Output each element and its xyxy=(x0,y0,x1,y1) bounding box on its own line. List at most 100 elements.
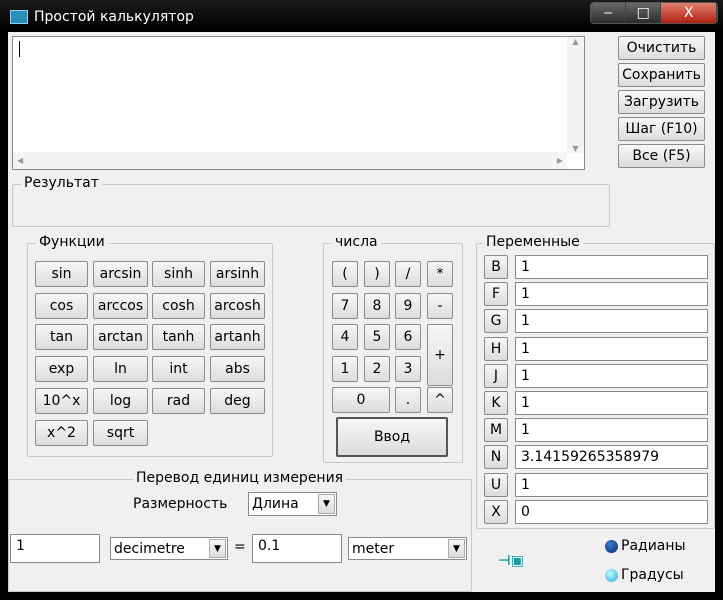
function-button-10x[interactable]: 10^x xyxy=(35,387,88,414)
function-button-tanh[interactable]: tanh xyxy=(152,324,205,351)
window-title: Простой калькулятор xyxy=(34,9,194,25)
numbers-label: числа xyxy=(332,234,381,250)
key-plus[interactable]: + xyxy=(427,324,453,386)
key-power[interactable]: ^ xyxy=(427,387,453,413)
variable-button-H[interactable]: H xyxy=(484,336,508,361)
chevron-down-icon: ▼ xyxy=(448,539,465,558)
side-button-1[interactable]: Сохранить xyxy=(618,63,705,87)
enter-button[interactable]: Ввод xyxy=(336,417,448,457)
function-button-arcsin[interactable]: arcsin xyxy=(93,261,148,287)
variable-button-F[interactable]: F xyxy=(484,282,508,307)
variable-field-M[interactable]: 1 xyxy=(515,418,708,443)
chevron-down-icon: ▼ xyxy=(318,494,335,514)
function-button-arcosh[interactable]: arcosh xyxy=(210,292,265,319)
side-button-2[interactable]: Загрузить xyxy=(618,90,705,114)
key-3-2[interactable]: 3 xyxy=(395,355,421,382)
key-1-1[interactable]: 8 xyxy=(364,292,390,319)
key-2-2[interactable]: 6 xyxy=(395,324,421,350)
variables-label: Переменные xyxy=(483,234,583,250)
key-0-0[interactable]: ( xyxy=(332,261,358,287)
calculator-app-icon xyxy=(10,10,28,24)
side-button-4[interactable]: Все (F5) xyxy=(618,144,705,168)
function-button-sin[interactable]: sin xyxy=(35,261,88,287)
variable-field-H[interactable]: 1 xyxy=(515,336,708,361)
function-button-rad[interactable]: rad xyxy=(152,387,205,414)
vertical-scrollbar[interactable]: ▲ ▼ xyxy=(567,37,584,153)
key-3-0[interactable]: 1 xyxy=(332,355,358,382)
key-0[interactable]: 0 xyxy=(332,387,390,413)
function-button-cos[interactable]: cos xyxy=(35,292,88,319)
variable-button-J[interactable]: J xyxy=(484,363,508,388)
key-1-0[interactable]: 7 xyxy=(332,292,358,319)
pin-icon[interactable]: ⊣▣ xyxy=(498,553,524,569)
key-1-2[interactable]: 9 xyxy=(395,292,421,319)
function-button-sqrt[interactable]: sqrt xyxy=(93,419,148,446)
key-3-1[interactable]: 2 xyxy=(364,355,390,382)
variable-field-X[interactable]: 0 xyxy=(515,499,708,524)
variable-field-U[interactable]: 1 xyxy=(515,472,708,497)
result-group: Результат xyxy=(12,175,610,227)
side-button-0[interactable]: Очистить xyxy=(618,36,705,60)
close-button[interactable]: X xyxy=(661,3,717,23)
to-unit-select[interactable]: meter ▼ xyxy=(348,537,467,560)
chevron-down-icon: ▼ xyxy=(209,539,226,558)
function-button-exp[interactable]: exp xyxy=(35,356,88,383)
variable-button-G[interactable]: G xyxy=(484,309,508,334)
key-2-1[interactable]: 5 xyxy=(364,324,390,350)
convert-output[interactable]: 0.1 xyxy=(252,534,342,563)
variable-field-G[interactable]: 1 xyxy=(515,309,708,334)
functions-label: Функции xyxy=(36,234,108,250)
function-button-artanh[interactable]: artanh xyxy=(210,324,265,351)
convert-output-value: 0.1 xyxy=(258,538,281,554)
expression-editor[interactable]: ▲ ▼ ◀ ▶ xyxy=(12,36,585,170)
key-0-3[interactable]: * xyxy=(427,261,453,287)
variable-button-X[interactable]: X xyxy=(484,499,508,524)
key-dot[interactable]: . xyxy=(395,387,421,413)
horizontal-scrollbar[interactable]: ◀ ▶ xyxy=(13,152,567,169)
function-button-cosh[interactable]: cosh xyxy=(152,292,205,319)
key-1-3[interactable]: - xyxy=(427,292,453,319)
variable-field-N[interactable]: 3.14159265358979 xyxy=(515,445,708,470)
radio-radians[interactable]: Радианы xyxy=(605,538,686,554)
function-button-x2[interactable]: x^2 xyxy=(35,419,88,446)
variable-button-B[interactable]: B xyxy=(484,255,508,279)
variable-field-K[interactable]: 1 xyxy=(515,391,708,415)
function-button-int[interactable]: int xyxy=(152,356,205,383)
variable-field-B[interactable]: 1 xyxy=(515,255,708,279)
variable-button-K[interactable]: K xyxy=(484,391,508,415)
window-controls: ‒ □ X xyxy=(590,2,718,24)
conversion-label: Перевод единиц измерения xyxy=(133,470,347,486)
function-button-arccos[interactable]: arccos xyxy=(93,292,148,319)
text-cursor xyxy=(19,41,20,57)
variable-button-M[interactable]: M xyxy=(484,418,508,443)
side-button-3[interactable]: Шаг (F10) xyxy=(618,117,705,141)
variable-field-F[interactable]: 1 xyxy=(515,282,708,307)
function-button-ln[interactable]: ln xyxy=(93,356,148,383)
function-button-deg[interactable]: deg xyxy=(210,387,265,414)
variable-field-J[interactable]: 1 xyxy=(515,363,708,388)
radio-unselected-icon xyxy=(605,568,618,582)
function-button-arctan[interactable]: arctan xyxy=(93,324,148,351)
function-button-arsinh[interactable]: arsinh xyxy=(210,261,265,287)
from-unit-value: decimetre xyxy=(114,540,185,557)
radio-degrees[interactable]: Градусы xyxy=(605,567,684,583)
from-unit-select[interactable]: decimetre ▼ xyxy=(110,537,228,560)
convert-input[interactable]: 1 xyxy=(10,534,100,563)
function-button-log[interactable]: log xyxy=(93,387,148,414)
key-0-1[interactable]: ) xyxy=(364,261,390,287)
radians-label: Радианы xyxy=(621,538,686,554)
variable-button-U[interactable]: U xyxy=(484,472,508,497)
convert-input-value: 1 xyxy=(16,538,25,554)
minimize-button[interactable]: ‒ xyxy=(591,3,627,23)
function-button-tan[interactable]: tan xyxy=(35,324,88,351)
to-unit-value: meter xyxy=(352,540,395,557)
function-button-sinh[interactable]: sinh xyxy=(152,261,205,287)
function-button-abs[interactable]: abs xyxy=(210,356,265,383)
radio-selected-icon xyxy=(605,539,618,553)
dimension-label: Размерность xyxy=(133,496,228,512)
variable-button-N[interactable]: N xyxy=(484,445,508,470)
key-2-0[interactable]: 4 xyxy=(332,324,358,350)
maximize-button[interactable]: □ xyxy=(626,3,662,23)
dimension-select[interactable]: Длина ▼ xyxy=(248,492,337,516)
key-0-2[interactable]: / xyxy=(395,261,421,287)
